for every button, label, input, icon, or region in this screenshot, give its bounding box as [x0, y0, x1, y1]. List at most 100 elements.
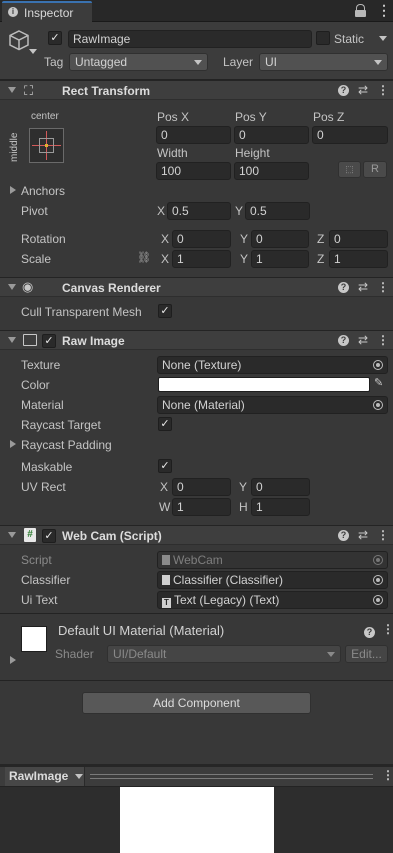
presets-icon[interactable]: ⇄ [358, 280, 368, 294]
script-value: WebCam [173, 553, 223, 567]
kebab-menu-icon[interactable]: ⋮ [377, 83, 389, 97]
kebab-menu-icon[interactable]: ⋮ [377, 280, 389, 294]
shader-edit-button[interactable]: Edit... [345, 645, 388, 663]
cube-icon [9, 30, 29, 51]
static-checkbox[interactable] [316, 31, 330, 45]
presets-icon[interactable]: ⇄ [358, 333, 368, 347]
fold-arrow-icon[interactable] [8, 532, 16, 538]
fold-arrow-icon[interactable] [8, 284, 16, 290]
blueprint-mode-button[interactable]: ⬚ [338, 161, 361, 178]
tab-inspector[interactable]: i Inspector [2, 1, 92, 22]
scale-y-input[interactable]: 1 [251, 250, 309, 268]
material-preview-swatch [21, 626, 47, 652]
tag-label: Tag [44, 55, 64, 69]
active-checkbox[interactable]: ✓ [48, 31, 62, 45]
raycast-padding-fold-icon[interactable] [10, 440, 16, 448]
object-picker-icon [373, 555, 383, 565]
static-label: Static [334, 32, 365, 46]
lock-body [355, 10, 366, 17]
layer-value: UI [265, 55, 277, 69]
script-label: Script [21, 553, 52, 567]
anchor-preset-button[interactable] [29, 128, 64, 163]
kebab-menu-icon[interactable]: ⋮ [382, 622, 393, 636]
anchors-label[interactable]: Anchors [21, 184, 65, 198]
rect-transform-icon: ⛶ [24, 83, 34, 98]
kebab-menu-icon[interactable]: ⋮ [377, 333, 389, 347]
material-fold-icon[interactable] [10, 656, 16, 664]
pos-z-input[interactable]: 0 [312, 126, 388, 144]
pos-x-input[interactable]: 0 [156, 126, 231, 144]
static-dropdown-caret[interactable] [379, 36, 387, 41]
classifier-label: Classifier [21, 573, 71, 587]
uv-x-input[interactable]: 0 [172, 478, 231, 496]
uv-y-label: Y [239, 480, 248, 494]
pivot-x-input[interactable]: 0.5 [167, 202, 231, 220]
width-input[interactable]: 100 [156, 162, 231, 180]
scale-x-input[interactable]: 1 [172, 250, 231, 268]
texture-field[interactable]: None (Texture) [157, 356, 388, 374]
script-field: WebCam [157, 551, 388, 569]
preview-title-dropdown[interactable]: RawImage [5, 767, 85, 786]
fold-arrow-icon[interactable] [8, 87, 16, 93]
scale-z-input[interactable]: 1 [329, 250, 388, 268]
help-icon[interactable]: ? [337, 282, 349, 293]
help-icon[interactable]: ? [337, 335, 349, 346]
webcam-script-header[interactable]: # ✓ Web Cam (Script) ? ⇄ ⋮ [0, 525, 393, 545]
uv-h-input[interactable]: 1 [251, 498, 310, 516]
fold-arrow-icon[interactable] [8, 337, 16, 343]
rot-x-input[interactable]: 0 [172, 230, 231, 248]
material-title: Default UI Material (Material) [58, 623, 225, 638]
webcam-enabled-checkbox[interactable]: ✓ [42, 529, 56, 543]
pivot-y-input[interactable]: 0.5 [245, 202, 310, 220]
height-input[interactable]: 100 [234, 162, 309, 180]
kebab-menu-icon[interactable]: ⋮ [382, 768, 393, 782]
anchors-fold-icon[interactable] [10, 186, 16, 194]
help-icon[interactable]: ? [337, 530, 349, 541]
presets-icon[interactable]: ⇄ [358, 528, 368, 542]
shader-dropdown[interactable]: UI/Default [107, 645, 341, 663]
scale-y-label: Y [240, 252, 249, 266]
presets-icon[interactable]: ⇄ [358, 83, 368, 97]
preview-header: RawImage ⋮ [0, 767, 393, 787]
script-icon: # [24, 528, 36, 542]
material-field[interactable]: None (Material) [157, 396, 388, 414]
kebab-menu-icon[interactable]: ⋮ [377, 2, 391, 19]
color-label: Color [21, 378, 50, 392]
help-icon[interactable]: ? [337, 85, 349, 96]
object-name-input[interactable]: RawImage [68, 30, 312, 48]
link-scale-icon[interactable]: ⛓ [137, 251, 151, 264]
uv-y-input[interactable]: 0 [251, 478, 310, 496]
canvas-renderer-header[interactable]: ◉ Canvas Renderer ? ⇄ ⋮ [0, 277, 393, 297]
rot-y-input[interactable]: 0 [251, 230, 309, 248]
maskable-checkbox[interactable]: ✓ [158, 459, 172, 473]
object-picker-icon[interactable] [373, 360, 383, 370]
raw-image-title: Raw Image [62, 334, 125, 348]
raycast-target-checkbox[interactable]: ✓ [158, 417, 172, 431]
raw-image-header[interactable]: ✓ Raw Image ? ⇄ ⋮ [0, 330, 393, 350]
tag-dropdown[interactable]: Untagged [69, 53, 208, 71]
uitext-field[interactable]: T Text (Legacy) (Text) [157, 591, 388, 609]
rot-z-input[interactable]: 0 [329, 230, 388, 248]
pos-y-input[interactable]: 0 [234, 126, 309, 144]
raycast-padding-label[interactable]: Raycast Padding [21, 438, 112, 452]
object-picker-icon[interactable] [373, 595, 383, 605]
kebab-menu-icon[interactable]: ⋮ [377, 528, 389, 542]
add-component-button[interactable]: Add Component [82, 692, 311, 714]
raw-edit-button[interactable]: R [363, 161, 387, 178]
shader-value: UI/Default [113, 647, 167, 661]
eyedropper-icon[interactable]: ✎ [374, 376, 383, 389]
layer-dropdown[interactable]: UI [259, 53, 388, 71]
object-picker-icon[interactable] [373, 575, 383, 585]
color-swatch[interactable] [158, 377, 370, 392]
uv-w-input[interactable]: 1 [172, 498, 231, 516]
rect-transform-header[interactable]: ⛶ Rect Transform ? ⇄ ⋮ [0, 80, 393, 100]
text-component-icon: T [162, 598, 171, 608]
raw-image-enabled-checkbox[interactable]: ✓ [42, 334, 56, 348]
drag-handle[interactable] [90, 774, 373, 779]
cull-transparent-checkbox[interactable]: ✓ [158, 304, 172, 318]
classifier-field[interactable]: Classifier (Classifier) [157, 571, 388, 589]
help-icon[interactable]: ? [364, 627, 375, 638]
icon-dropdown-caret[interactable] [29, 49, 37, 54]
layer-label: Layer [223, 55, 254, 69]
object-picker-icon[interactable] [373, 400, 383, 410]
